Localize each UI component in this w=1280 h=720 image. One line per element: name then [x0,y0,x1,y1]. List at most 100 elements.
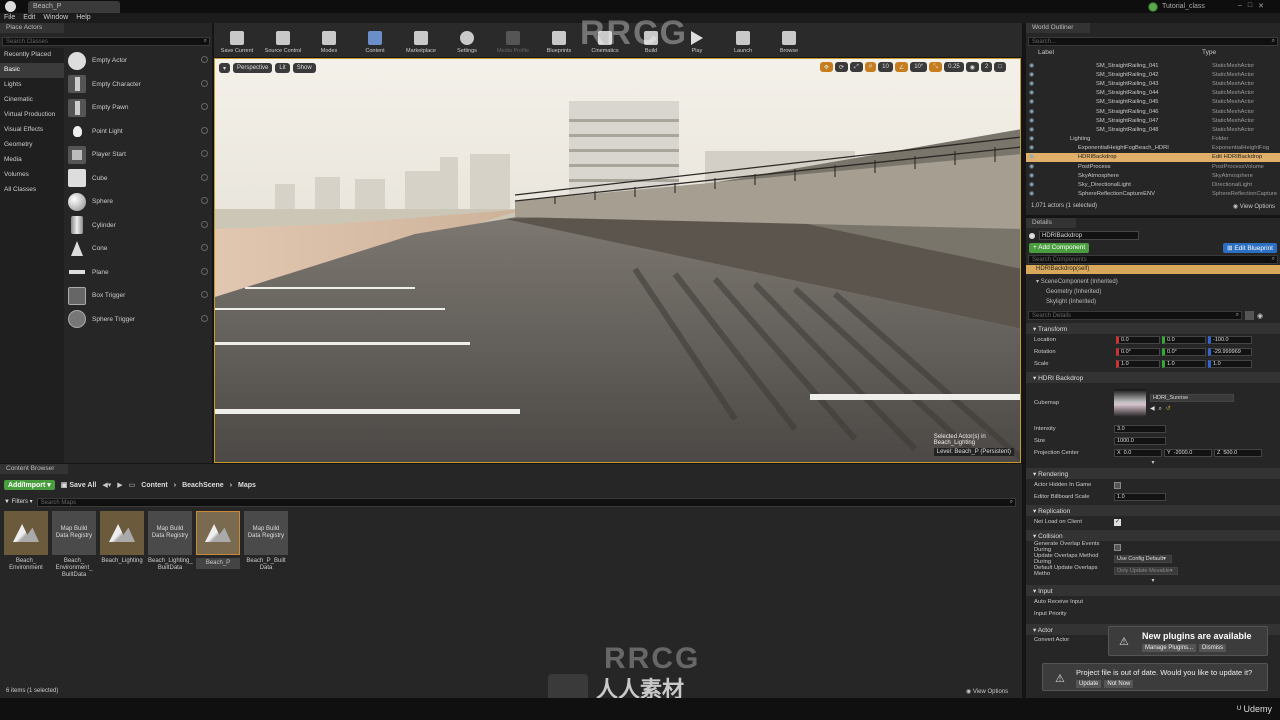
visibility-eye-icon[interactable]: ◉ [1026,90,1036,96]
menu-window[interactable]: Window [39,13,72,23]
actor-item[interactable]: Empty Actor [64,49,212,73]
help-icon[interactable] [201,244,208,251]
not-now-button[interactable]: Not Now [1104,680,1134,688]
collision-section-header[interactable]: ▾ Collision [1026,530,1280,541]
camera-speed-value[interactable]: 2 [981,62,993,72]
view-mode-button[interactable]: Lit [275,63,290,73]
grid-snap-icon[interactable]: # [864,62,877,72]
level-tab[interactable]: Beach_P [28,1,120,13]
visibility-eye-icon[interactable]: ◉ [1026,127,1036,133]
help-icon[interactable] [201,267,208,275]
rotate-icon[interactable]: ⟳ [834,62,848,72]
outliner-row[interactable]: ◉ HDRIBackdrop Edit HDRIBackdrop [1026,152,1280,163]
outliner-row[interactable]: ◉ SkyAtmosphere SkyAtmosphere [1026,171,1280,180]
help-icon[interactable] [201,126,208,134]
help-icon[interactable] [201,314,208,322]
save-all-button[interactable]: ▣ Save All [61,481,97,489]
actor-item[interactable]: Empty Character [64,73,212,97]
outliner-view-options-button[interactable]: ◉ View Options [1233,203,1275,210]
outliner-row[interactable]: ◉ SM_StraightRailing_045 StaticMeshActor [1026,98,1280,107]
dismiss-button[interactable]: Dismiss [1199,644,1227,652]
asset-tile[interactable]: Beach_ Environment [4,511,48,572]
help-icon[interactable] [201,197,208,204]
component-item[interactable]: Skylight (Inherited) [1036,297,1280,307]
category-cinematic[interactable]: Cinematic [0,93,64,108]
location-x-input[interactable]: 0.0 [1116,336,1160,344]
back-icon[interactable]: ◀▾ [102,481,111,489]
window-controls[interactable]: – □ ✕ [1238,2,1278,11]
hidden-in-game-checkbox[interactable] [1114,481,1121,489]
asset-tile[interactable]: Map Build Data Registry Beach_Lighting_ B… [148,511,193,572]
visibility-eye-icon[interactable]: ◉ [1026,99,1036,105]
label-column-header[interactable]: Label [1026,49,1202,59]
asset-tile[interactable]: Beach_Lighting [100,511,144,565]
outliner-row[interactable]: ◉ SM_StraightRailing_048 StaticMeshActor [1026,125,1280,134]
location-y-input[interactable]: 0.0 [1162,336,1206,344]
search-components-input[interactable]: Search Components ⌕ [1028,255,1278,264]
actor-item[interactable]: Cylinder [64,214,212,238]
visibility-eye-icon[interactable]: ◉ [1026,182,1036,188]
visibility-eye-icon[interactable]: ◉ [1026,136,1036,142]
modes-button[interactable]: Modes [306,23,352,57]
viewport-options-button[interactable]: ▾ [219,63,231,73]
forward-icon[interactable]: ▶ [117,481,122,489]
category-virtual-production[interactable]: Virtual Production [0,108,64,123]
component-self-row[interactable]: HDRIBackdrop(self) [1026,265,1280,274]
outliner-row[interactable]: ◉ Lighting Folder [1026,135,1280,144]
scale-y-input[interactable]: 1.0 [1162,360,1206,368]
maximize-viewport-icon[interactable]: □ [994,62,1006,72]
gen-overlap-checkbox[interactable] [1114,543,1121,551]
category-all-classes[interactable]: All Classes [0,183,64,198]
scale-x-input[interactable]: 1.0 [1116,360,1160,368]
scale-label[interactable]: Scale [1026,361,1114,367]
outliner-row[interactable]: ◉ PostProcess PostProcessVolume [1026,162,1280,171]
rotation-y-input[interactable]: 0.0° [1162,348,1206,356]
actor-name-input[interactable]: HDRIBackdrop [1039,231,1139,240]
add-import-button[interactable]: Add/Import ▾ [4,480,55,490]
rendering-section-header[interactable]: ▾ Rendering [1026,468,1280,479]
help-icon[interactable] [201,103,208,110]
help-icon[interactable] [201,220,208,228]
visibility-eye-icon[interactable]: ◉ [1026,63,1036,69]
eye-icon[interactable]: ◉ [1257,312,1263,320]
outliner-row[interactable]: ◉ SM_StraightRailing_041 StaticMeshActor [1026,61,1280,70]
visibility-eye-icon[interactable]: ◉ [1026,81,1036,87]
rotation-z-input[interactable]: -29.999969 [1208,348,1252,356]
scale-z-input[interactable]: 1.0 [1208,360,1252,368]
billboard-scale-input[interactable]: 1.0 [1114,493,1166,501]
translate-icon[interactable]: ✥ [819,62,833,72]
visibility-eye-icon[interactable]: ◉ [1026,154,1036,160]
maximize-icon[interactable]: □ [1248,2,1252,11]
manage-plugins-button[interactable]: Manage Plugins... [1142,644,1197,652]
visibility-eye-icon[interactable]: ◉ [1026,173,1036,179]
menu-file[interactable]: File [0,13,19,23]
replication-section-header[interactable]: ▾ Replication [1026,505,1280,516]
launch-button[interactable]: Launch [720,23,766,57]
outliner-row[interactable]: ◉ SM_StraightRailing_042 StaticMeshActor [1026,70,1280,79]
type-column-header[interactable]: Type [1202,49,1216,59]
blueprints-button[interactable]: Blueprints [536,23,582,57]
actor-item[interactable]: Sphere [64,190,212,214]
marketplace-button[interactable]: Marketplace [398,23,444,57]
outliner-row[interactable]: ◉ SM_StraightRailing_047 StaticMeshActor [1026,116,1280,125]
rotation-x-input[interactable]: 0.0° [1116,348,1160,356]
projection-x-input[interactable]: X 0.0 [1114,449,1162,457]
search-details-input[interactable]: Search Details ⌕ [1028,311,1242,320]
add-component-button[interactable]: + Add Component [1029,243,1090,253]
category-lights[interactable]: Lights [0,78,64,93]
rotation-snap-icon[interactable]: ∠ [894,62,909,72]
level-viewport[interactable]: ▾ Perspective Lit Show ✥ ⟳ ⤢ # 10 ∠ 10° … [214,58,1021,463]
size-input[interactable]: 1000.0 [1114,437,1166,445]
actor-item[interactable]: Point Light [64,120,212,144]
camera-speed-icon[interactable]: ◉ [965,62,980,72]
browse-button[interactable]: Browse [766,23,812,57]
scale-snap-value[interactable]: 0.25 [944,62,964,72]
outliner-row[interactable]: ◉ SphereReflectionCaptureENV SphereReflect… [1026,190,1280,199]
perspective-button[interactable]: Perspective [233,63,273,73]
category-geometry[interactable]: Geometry [0,138,64,153]
projection-z-input[interactable]: Z 500.0 [1214,449,1262,457]
outliner-row[interactable]: ◉ SM_StraightRailing_044 StaticMeshActor [1026,89,1280,98]
location-label[interactable]: Location [1026,337,1114,343]
outliner-row[interactable]: ◉ ExponentialHeightFogBeach_HDRI Exponenti… [1026,144,1280,153]
outliner-row[interactable]: ◉ SM_StraightRailing_046 StaticMeshActor [1026,107,1280,116]
